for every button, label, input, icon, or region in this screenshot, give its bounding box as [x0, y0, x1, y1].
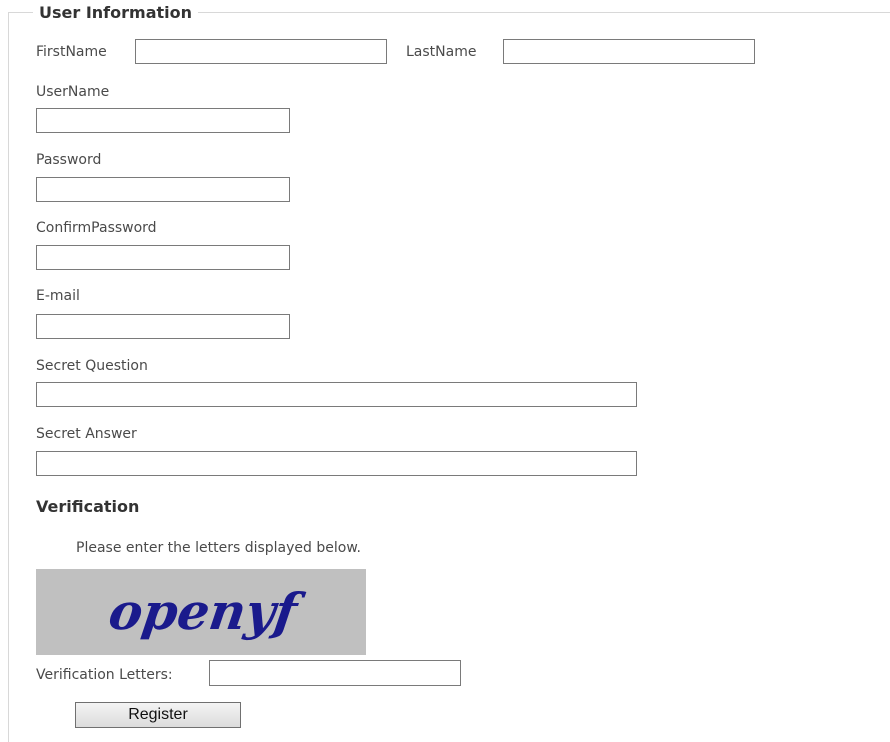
first-name-field[interactable] [135, 39, 387, 64]
secret-question-label: Secret Question [36, 358, 148, 374]
email-label: E-mail [36, 288, 80, 304]
username-field[interactable] [36, 108, 290, 133]
captcha-text: openyf [105, 582, 308, 641]
verification-letters-label: Verification Letters: [36, 667, 173, 683]
username-label: UserName [36, 84, 110, 100]
captcha-svg: openyf [105, 582, 308, 641]
verification-title: Verification [36, 497, 140, 516]
last-name-field[interactable] [503, 39, 755, 64]
secret-answer-label: Secret Answer [36, 426, 137, 442]
password-label: Password [36, 152, 102, 168]
confirm-password-field[interactable] [36, 245, 290, 270]
verification-letters-field[interactable] [209, 660, 461, 686]
register-button[interactable]: Register [75, 702, 241, 728]
secret-question-field[interactable] [36, 382, 637, 407]
secret-answer-field[interactable] [36, 451, 637, 476]
first-name-label: FirstName [36, 44, 107, 60]
user-information-legend: User Information [33, 2, 198, 24]
confirm-password-label: ConfirmPassword [36, 220, 157, 236]
verification-instructions: Please enter the letters displayed below… [76, 540, 361, 556]
password-field[interactable] [36, 177, 290, 202]
email-field[interactable] [36, 314, 290, 339]
captcha-image: openyf [36, 569, 366, 655]
last-name-label: LastName [406, 44, 477, 60]
